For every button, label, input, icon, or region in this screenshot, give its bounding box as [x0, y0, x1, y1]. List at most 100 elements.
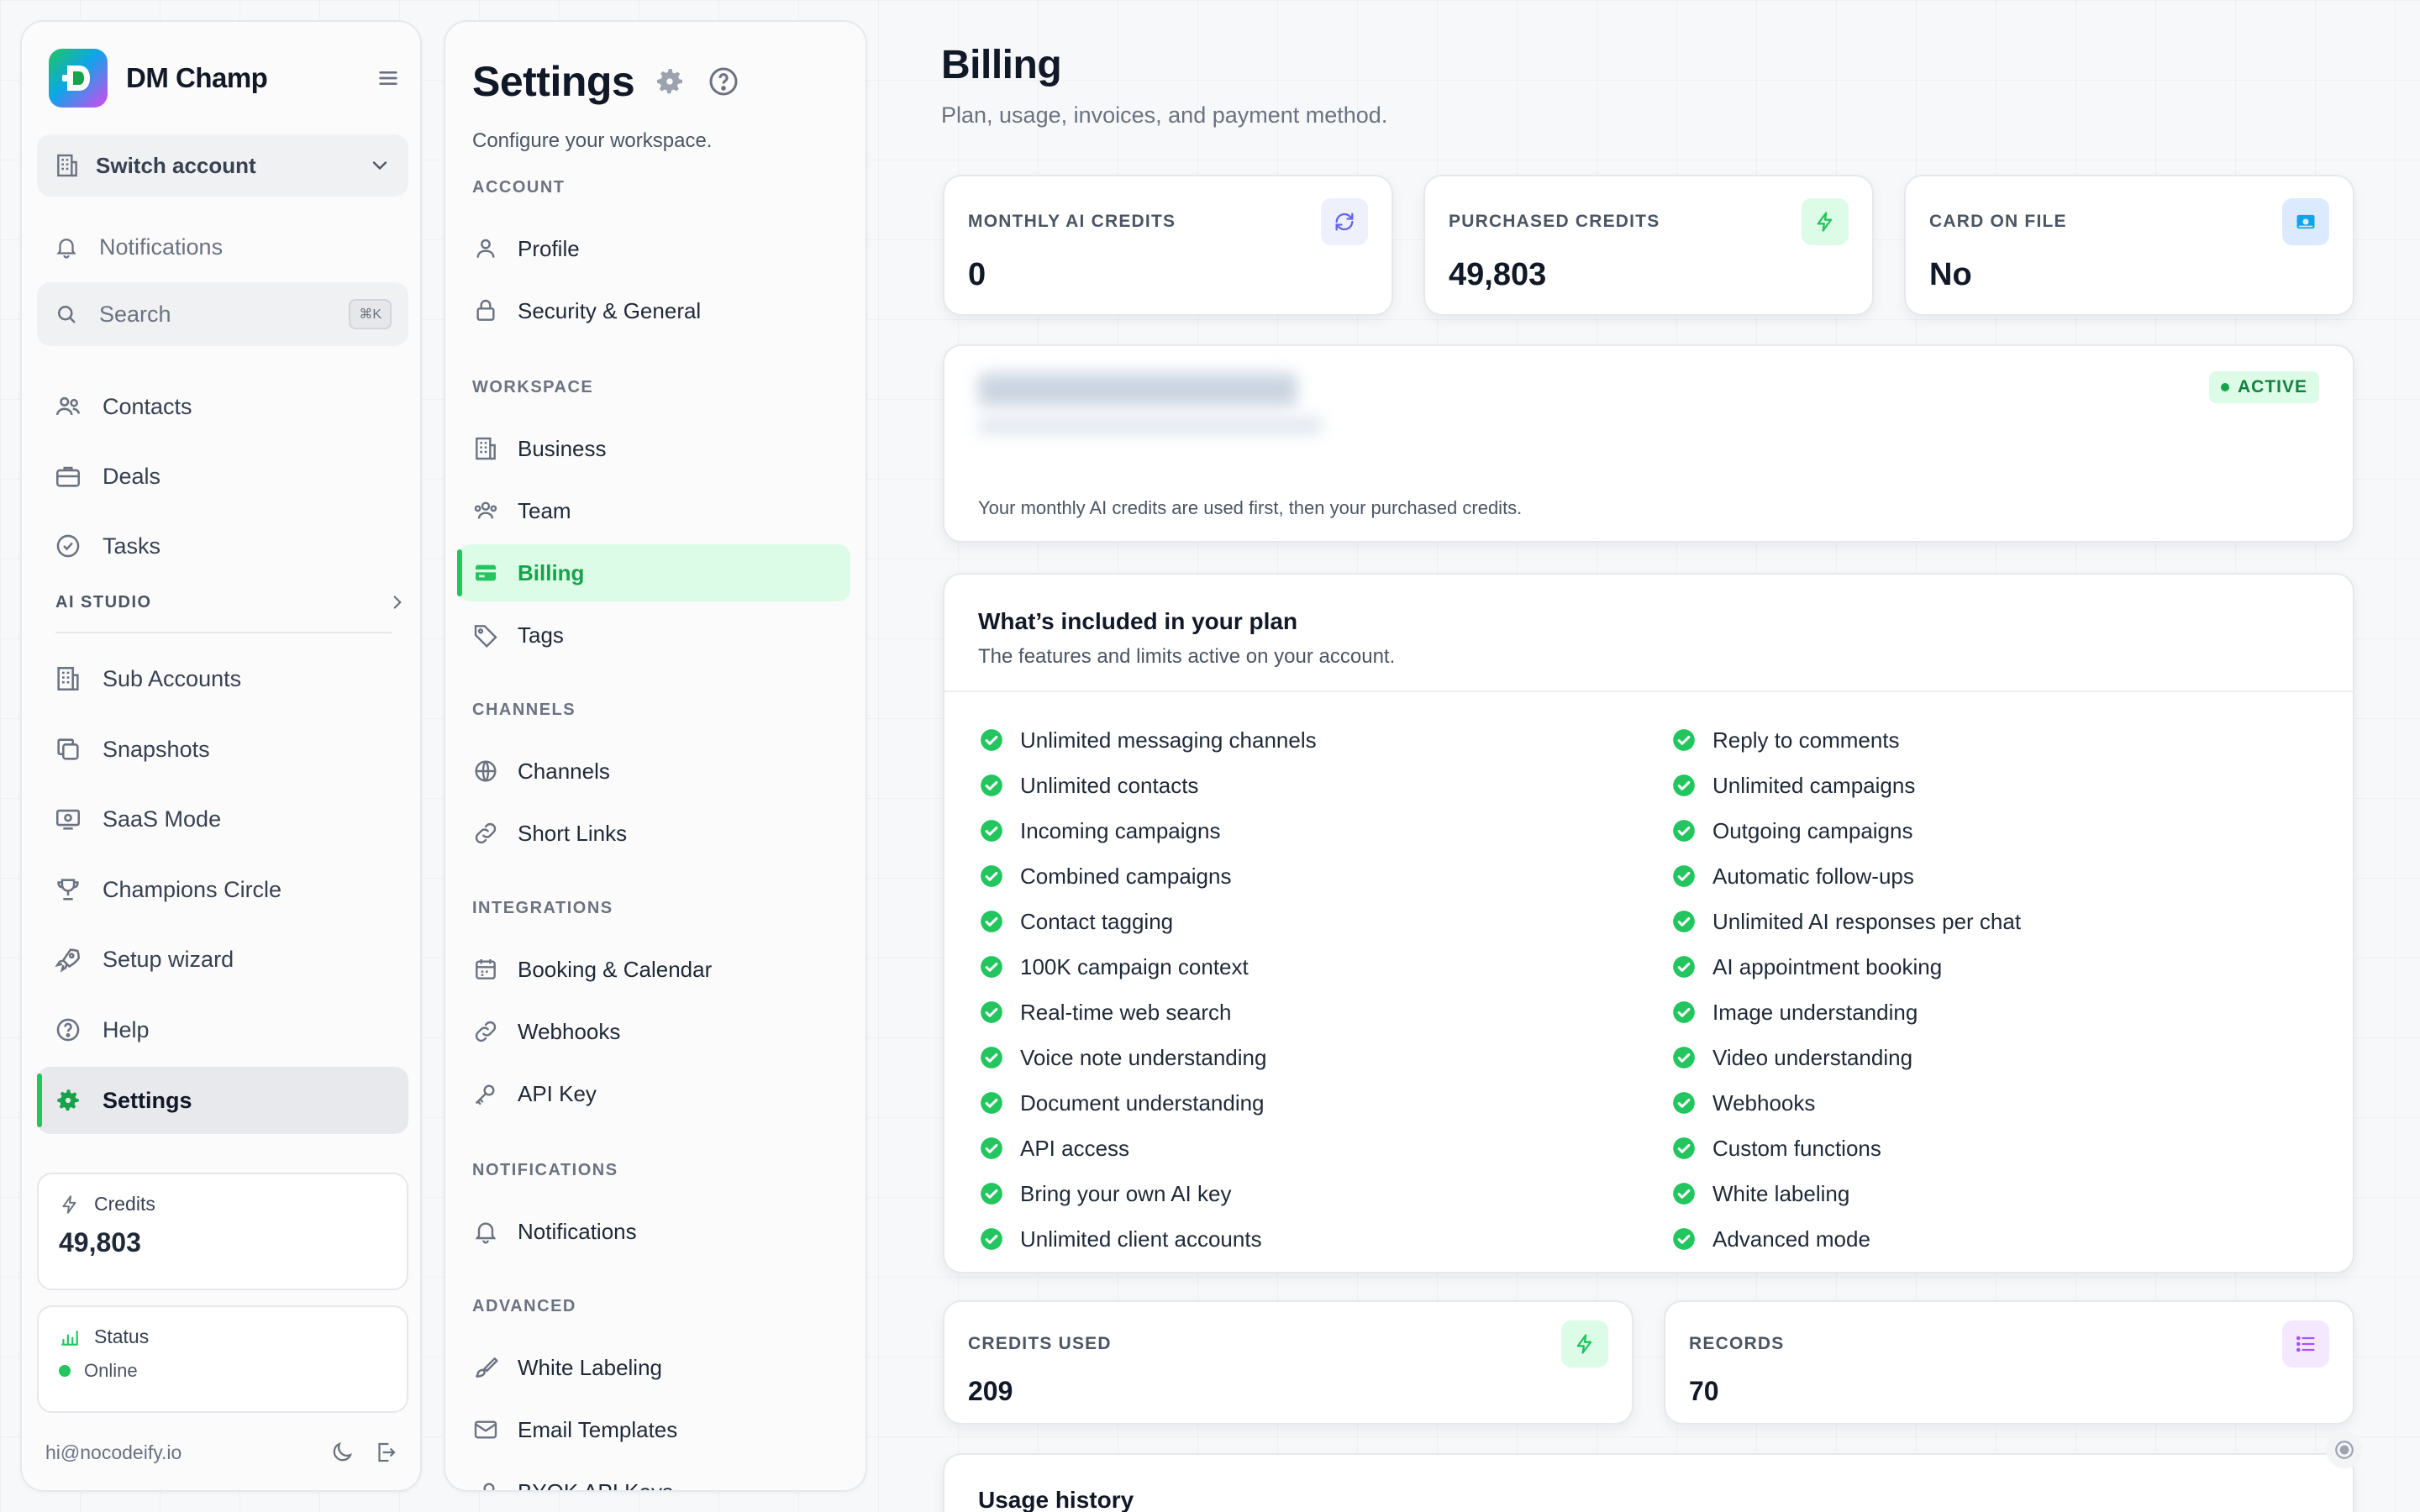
search-input[interactable]: Search ⌘K — [37, 282, 408, 346]
feature-label: Unlimited messaging channels — [1020, 727, 1317, 753]
sidebar-item-snapshots[interactable]: Snapshots — [37, 717, 408, 781]
settings-item-team[interactable]: Team — [459, 482, 850, 539]
settings-item-white-labeling[interactable]: White Labeling — [459, 1339, 850, 1396]
feature-item: Video understanding — [1672, 1035, 2021, 1080]
feature-item: Reply to comments — [1672, 717, 2021, 763]
help-circle-icon[interactable] — [707, 65, 740, 98]
feature-label: Combined campaigns — [1020, 863, 1232, 889]
group-notifications-label: NOTIFICATIONS — [472, 1161, 618, 1179]
sidebar-item-label: Help — [103, 1016, 150, 1042]
settings-item-api-key[interactable]: API Key — [459, 1065, 850, 1122]
ai-studio-section[interactable]: AI STUDIO — [55, 591, 408, 613]
sidebar-item-contacts[interactable]: Contacts — [37, 375, 408, 438]
included-title: What’s included in your plan — [978, 608, 1298, 634]
settings-item-short-links[interactable]: Short Links — [459, 805, 850, 862]
settings-item-label: Booking & Calendar — [518, 956, 713, 982]
check-circle-icon — [980, 728, 1003, 752]
settings-item-profile[interactable]: Profile — [459, 220, 850, 277]
settings-item-label: Short Links — [518, 820, 628, 846]
search-placeholder: Search — [99, 301, 171, 327]
calendar-icon — [472, 956, 499, 983]
app-logo[interactable] — [49, 49, 108, 108]
sidebar-item-label: Tasks — [103, 533, 161, 559]
included-subtitle: The features and limits active on your a… — [978, 645, 1396, 668]
settings-item-webhooks[interactable]: Webhooks — [459, 1003, 850, 1060]
feature-item: Unlimited messaging channels — [980, 717, 1317, 763]
settings-item-channels[interactable]: Channels — [459, 743, 850, 800]
settings-item-byok-api-keys[interactable]: BYOK API Keys — [459, 1463, 850, 1492]
feature-item: Document understanding — [980, 1080, 1317, 1126]
divider — [55, 632, 392, 633]
settings-item-email-templates[interactable]: Email Templates — [459, 1401, 850, 1458]
logout-icon[interactable] — [373, 1440, 398, 1465]
sidebar-item-saas-mode[interactable]: SaaS Mode — [37, 787, 408, 851]
stat-card-credits-used: CREDITS USED 209 — [943, 1300, 1634, 1425]
feature-item: Advanced mode — [1672, 1216, 2021, 1262]
sidebar-item-champions-circle[interactable]: Champions Circle — [37, 858, 408, 921]
settings-item-business[interactable]: Business — [459, 420, 850, 477]
sidebar-item-sub-accounts[interactable]: Sub Accounts — [37, 647, 408, 711]
settings-item-label: API Key — [518, 1080, 597, 1106]
search-shortcut: ⌘K — [349, 299, 392, 329]
help-circle-icon — [54, 1016, 82, 1044]
settings-item-security[interactable]: Security & General — [459, 282, 850, 339]
plan-note: Your monthly AI credits are used first, … — [978, 497, 1523, 518]
lock-icon — [472, 297, 499, 324]
credits-card: Credits 49,803 — [37, 1173, 408, 1290]
stat-caption: CARD ON FILE — [1929, 212, 2067, 231]
refresh-icon — [1333, 210, 1356, 234]
trophy-icon — [54, 875, 82, 904]
feature-label: Custom functions — [1712, 1135, 1881, 1161]
included-card: What’s included in your plan The feature… — [943, 573, 2354, 1273]
settings-item-tags[interactable]: Tags — [459, 606, 850, 664]
feature-label: Advanced mode — [1712, 1226, 1870, 1252]
sidebar-item-settings[interactable]: Settings — [37, 1067, 408, 1134]
check-circle-icon — [980, 1182, 1003, 1205]
sidebar-item-tasks[interactable]: Tasks — [37, 514, 408, 578]
sidebar-item-setup-wizard[interactable]: Setup wizard — [37, 927, 408, 991]
stat-card-records: RECORDS 70 — [1664, 1300, 2354, 1425]
switch-account-label: Switch account — [96, 152, 256, 178]
stat-card-purchased-credits: PURCHASED CREDITS 49,803 — [1423, 175, 1874, 316]
sidebar-item-label: Snapshots — [103, 736, 210, 762]
sidebar-item-deals[interactable]: Deals — [37, 444, 408, 508]
settings-item-label: BYOK API Keys — [518, 1478, 673, 1492]
feature-item: Image understanding — [1672, 990, 2021, 1035]
feature-label: Unlimited client accounts — [1020, 1226, 1262, 1252]
mail-icon — [472, 1416, 499, 1443]
credit-card-icon — [2294, 210, 2317, 234]
bar-chart-icon — [59, 1326, 81, 1348]
credits-label: Credits — [94, 1193, 155, 1215]
briefcase-icon — [54, 462, 82, 491]
menu-icon[interactable] — [375, 65, 402, 92]
lightning-icon — [1813, 210, 1837, 234]
tag-icon — [472, 622, 499, 648]
users-icon — [472, 497, 499, 524]
page-title: Billing — [941, 43, 1062, 87]
settings-item-booking-calendar[interactable]: Booking & Calendar — [459, 941, 850, 998]
globe-icon — [472, 758, 499, 785]
sidebar-item-label: Notifications — [99, 234, 224, 260]
stat-card-card-on-file: CARD ON FILE No — [1904, 175, 2354, 316]
sidebar-item-notifications[interactable]: Notifications — [37, 215, 408, 279]
usage-history-title: Usage history — [978, 1487, 1134, 1512]
check-circle-icon — [1672, 819, 1696, 843]
gear-icon — [653, 65, 687, 98]
stat-value: No — [1929, 257, 1972, 292]
stat-badge — [1802, 198, 1849, 245]
sidebar-item-help[interactable]: Help — [37, 998, 408, 1062]
feature-label: Unlimited campaigns — [1712, 772, 1916, 798]
feature-label: 100K campaign context — [1020, 953, 1249, 979]
check-circle-icon — [980, 1091, 1003, 1115]
settings-item-notifications[interactable]: Notifications — [459, 1203, 850, 1260]
feature-item: Unlimited campaigns — [1672, 763, 2021, 808]
users-icon — [54, 392, 82, 421]
record-button[interactable] — [2326, 1431, 2363, 1468]
check-circle-icon — [980, 910, 1003, 933]
settings-item-billing[interactable]: Billing — [457, 544, 850, 601]
switch-account-button[interactable]: Switch account — [37, 134, 408, 197]
moon-icon[interactable] — [329, 1440, 355, 1465]
rocket-icon — [54, 945, 82, 974]
building-icon — [54, 152, 81, 179]
feature-item: AI appointment booking — [1672, 944, 2021, 990]
